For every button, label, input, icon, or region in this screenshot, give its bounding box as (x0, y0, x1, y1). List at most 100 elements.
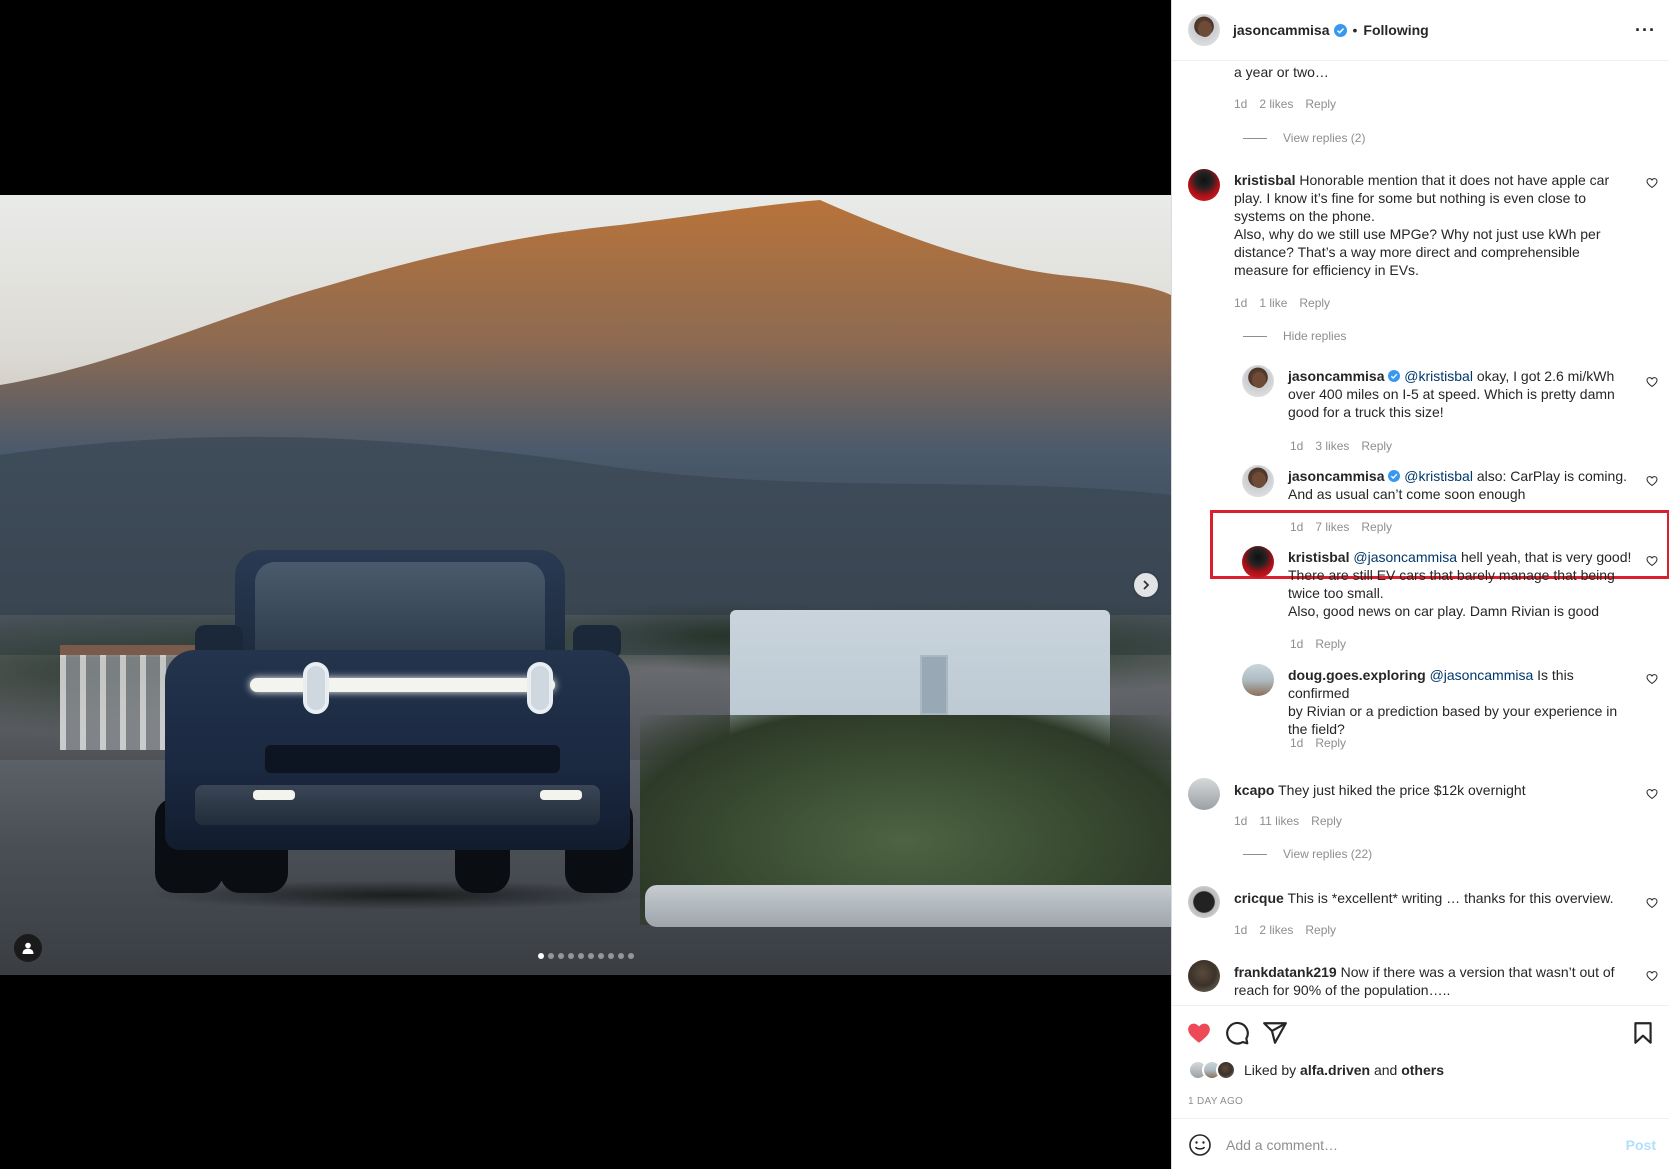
reply-button[interactable]: Reply (1299, 296, 1330, 310)
comment-time: 1d (1290, 520, 1304, 534)
carousel-dot (628, 953, 634, 959)
comment-likes[interactable]: 3 likes (1315, 439, 1349, 453)
comment-likes[interactable]: 2 likes (1259, 923, 1293, 937)
like-comment-icon[interactable] (1646, 897, 1658, 909)
mention-link[interactable]: @kristisbal (1404, 468, 1473, 484)
comment-icon[interactable] (1224, 1020, 1250, 1046)
commenter-username[interactable]: doug.goes.exploring (1288, 667, 1426, 683)
comment-text-line: distance? That’s a way more direct and c… (1234, 244, 1580, 260)
save-bookmark-icon[interactable] (1630, 1020, 1656, 1046)
truck (145, 550, 655, 910)
liker-avatar[interactable] (1216, 1060, 1236, 1080)
carousel-dots (538, 953, 634, 959)
like-comment-icon[interactable] (1646, 970, 1658, 982)
comment-text-line: Also, why do we still use MPGe? Why not … (1234, 226, 1601, 242)
reply-button[interactable]: Reply (1305, 923, 1336, 937)
comment-time: 1d (1234, 923, 1248, 937)
comment-text-line: measure for efficiency in EVs. (1234, 262, 1419, 278)
commenter-username[interactable]: frankdatank219 (1234, 964, 1337, 980)
comment-likes[interactable]: 1 like (1259, 296, 1287, 310)
header-separator: • (1352, 22, 1358, 38)
commenter-avatar[interactable] (1188, 886, 1220, 918)
liked-heart-icon[interactable] (1186, 1020, 1212, 1046)
reply-button[interactable]: Reply (1311, 814, 1342, 828)
verified-badge-icon (1388, 370, 1401, 382)
comment-input[interactable] (1226, 1136, 1616, 1153)
emoji-icon[interactable] (1188, 1133, 1212, 1157)
next-photo-button[interactable] (1134, 573, 1158, 597)
mention-link[interactable]: @jasoncammisa (1430, 667, 1534, 683)
like-comment-icon[interactable] (1646, 788, 1658, 800)
follow-button[interactable]: Following (1363, 22, 1428, 38)
commenter-avatar[interactable] (1242, 546, 1274, 578)
post-header: jasoncammisa • Following ··· (1172, 0, 1669, 61)
liked-by-and: and (1373, 1062, 1398, 1078)
view-replies-button[interactable]: View replies (2) (1243, 131, 1365, 145)
reply-button[interactable]: Reply (1315, 736, 1346, 750)
comment-meta: 1d 3 likes Reply (1290, 439, 1392, 453)
share-icon[interactable] (1262, 1020, 1288, 1046)
post-comment-button[interactable]: Post (1626, 1137, 1656, 1153)
reply-button[interactable]: Reply (1305, 97, 1336, 111)
mention-link[interactable]: @kristisbal (1404, 368, 1473, 384)
carousel-dot (568, 953, 574, 959)
comment-text-line: good for a truck this size! (1288, 404, 1444, 420)
post-photo (0, 195, 1171, 975)
carousel-dot (548, 953, 554, 959)
like-comment-icon[interactable] (1646, 555, 1658, 567)
media-viewer (0, 0, 1171, 1169)
comment-time: 1d (1234, 97, 1248, 111)
commenter-avatar[interactable] (1188, 778, 1220, 810)
reply-button[interactable]: Reply (1361, 520, 1392, 534)
commenter-username[interactable]: jasoncammisa (1288, 468, 1385, 484)
comment-text-line: reach for 90% of the population….. (1234, 982, 1451, 998)
carousel-dot (538, 953, 544, 959)
comment-text: They just hiked the price $12k overnight (1278, 782, 1526, 798)
commenter-avatar[interactable] (1188, 960, 1220, 992)
more-options-button[interactable]: ··· (1635, 20, 1656, 41)
like-comment-icon[interactable] (1646, 673, 1658, 685)
carousel-dot (578, 953, 584, 959)
like-comment-icon[interactable] (1646, 177, 1658, 189)
commenter-avatar[interactable] (1242, 465, 1274, 497)
comment-fragment: a year or two… (1234, 64, 1329, 80)
like-comment-icon[interactable] (1646, 475, 1658, 487)
carousel-dot (558, 953, 564, 959)
commenter-username[interactable]: jasoncammisa (1288, 368, 1385, 384)
view-replies-button[interactable]: View replies (22) (1243, 847, 1372, 861)
comment-time: 1d (1234, 814, 1248, 828)
comment-time: 1d (1290, 637, 1304, 651)
comment-text-line: play. I know it’s fine for some but noth… (1234, 190, 1587, 206)
commenter-avatar[interactable] (1242, 664, 1274, 696)
commenter-username[interactable]: cricque (1234, 890, 1284, 906)
author-avatar[interactable] (1188, 14, 1220, 46)
carousel-dot (608, 953, 614, 959)
comment-text-line: okay, I got 2.6 mi/kWh (1476, 368, 1615, 384)
comment-meta: 1d 1 like Reply (1234, 296, 1330, 310)
commenter-avatar[interactable] (1242, 365, 1274, 397)
reply-button[interactable]: Reply (1361, 439, 1392, 453)
author-username[interactable]: jasoncammisa (1233, 22, 1330, 38)
hide-replies-button[interactable]: Hide replies (1243, 329, 1346, 343)
comments-list[interactable]: a year or two… 1d 2 likes Reply View rep… (1172, 61, 1669, 1005)
comment-text-line: hell yeah, that is very good! (1460, 549, 1632, 565)
comment-likes[interactable]: 7 likes (1315, 520, 1349, 534)
carousel-dot (588, 953, 594, 959)
comment-likes[interactable]: 2 likes (1259, 97, 1293, 111)
liked-by-user[interactable]: alfa.driven (1300, 1062, 1370, 1078)
commenter-username[interactable]: kristisbal (1234, 172, 1295, 188)
reply-button[interactable]: Reply (1315, 637, 1346, 651)
post-actions: Liked by alfa.driven and others 1 DAY AG… (1172, 1005, 1669, 1165)
liked-by-others[interactable]: others (1401, 1062, 1444, 1078)
commenter-username[interactable]: kristisbal (1288, 549, 1349, 565)
commenter-avatar[interactable] (1188, 169, 1220, 201)
mention-link[interactable]: @jasoncammisa (1353, 549, 1457, 565)
commenter-username[interactable]: kcapo (1234, 782, 1274, 798)
comment-text-line: And as usual can’t come soon enough (1288, 486, 1526, 502)
like-comment-icon[interactable] (1646, 376, 1658, 388)
comment-body: cricque This is *excellent* writing … th… (1234, 889, 1624, 907)
tagged-users-button[interactable] (14, 934, 42, 962)
comment-meta: 1d 7 likes Reply (1290, 520, 1392, 534)
user-icon (22, 942, 34, 954)
comment-likes[interactable]: 11 likes (1259, 814, 1299, 828)
